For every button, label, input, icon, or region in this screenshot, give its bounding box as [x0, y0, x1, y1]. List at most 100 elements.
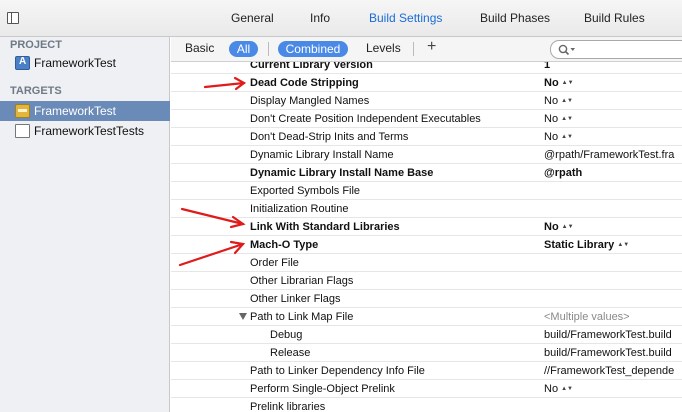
setting-value[interactable]: No ▲▼ [544, 77, 574, 89]
filter-combined[interactable]: Combined [278, 41, 348, 57]
setting-row[interactable]: Dead Code Stripping No ▲▼ [171, 74, 682, 92]
filter-basic[interactable]: Basic [185, 41, 214, 55]
setting-value-text: build/FrameworkTest.build [544, 347, 672, 359]
setting-name: Release [270, 347, 311, 359]
setting-name: Path to Link Map File [250, 311, 354, 323]
setting-value-text: No [544, 113, 559, 125]
setting-value-text: @rpath/FrameworkTest.fra [544, 149, 675, 161]
settings-filter-bar: Basic All Combined Levels + [171, 37, 682, 62]
framework-target-icon [15, 104, 30, 118]
setting-row[interactable]: Don't Dead-Strip Inits and Terms No ▲▼ [171, 128, 682, 146]
setting-row[interactable]: Debug build/FrameworkTest.build [171, 326, 682, 344]
setting-value-text: build/FrameworkTest.build [544, 329, 672, 341]
setting-value[interactable]: No ▲▼ [544, 221, 574, 233]
setting-value[interactable]: No ▲▼ [544, 131, 573, 143]
setting-value[interactable]: @rpath/FrameworkTest.fra [544, 149, 674, 161]
sidebar-item-label: FrameworkTestTests [34, 124, 145, 138]
setting-row[interactable]: Exported Symbols File [171, 182, 682, 200]
setting-name: Dynamic Library Install Name Base [250, 167, 434, 179]
setting-value[interactable]: build/FrameworkTest.build [544, 347, 672, 359]
setting-value-text: No [544, 221, 559, 233]
setting-row[interactable]: Dynamic Library Install Name Base @rpath [171, 164, 682, 182]
sidebar-toggle-icon[interactable] [7, 12, 19, 24]
setting-value[interactable]: No ▲▼ [544, 383, 573, 395]
targets-header: TARGETS [10, 85, 62, 97]
setting-name: Order File [250, 257, 299, 269]
setting-row[interactable]: Initialization Routine [171, 200, 682, 218]
filter-separator [268, 42, 269, 56]
setting-name: Other Librarian Flags [250, 275, 354, 287]
setting-value[interactable]: @rpath [544, 167, 582, 179]
setting-value-text: No [544, 383, 559, 395]
setting-name: Display Mangled Names [250, 95, 370, 107]
sidebar-item-project[interactable]: FrameworkTest [0, 53, 170, 73]
popup-arrows-icon: ▲▼ [561, 386, 573, 393]
setting-value-text: @rpath [544, 167, 583, 179]
setting-name: Debug [270, 329, 303, 341]
setting-value-text: 1 [544, 62, 551, 71]
tab-build-rules[interactable]: Build Rules [584, 11, 645, 25]
setting-name: Dead Code Stripping [250, 77, 359, 89]
setting-row[interactable]: Other Librarian Flags [171, 272, 682, 290]
popup-arrows-icon: ▲▼ [561, 116, 573, 123]
setting-value[interactable]: No ▲▼ [544, 95, 573, 107]
project-header: PROJECT [10, 39, 62, 51]
tab-build-phases[interactable]: Build Phases [480, 11, 550, 25]
setting-row[interactable]: Other Linker Flags [171, 290, 682, 308]
setting-value-text: No [544, 77, 559, 89]
popup-arrows-icon: ▲▼ [617, 242, 630, 249]
setting-value[interactable]: 1 [544, 62, 550, 71]
test-target-icon [15, 124, 30, 138]
sidebar-item-label: FrameworkTest [34, 56, 117, 70]
setting-value-text: Static Library [544, 239, 615, 251]
sidebar-item-label: FrameworkTest [34, 104, 117, 118]
setting-value[interactable]: No ▲▼ [544, 113, 573, 125]
setting-value-text: <Multiple values> [544, 311, 630, 323]
setting-row[interactable]: Display Mangled Names No ▲▼ [171, 92, 682, 110]
setting-value[interactable]: build/FrameworkTest.build [544, 329, 672, 341]
setting-value[interactable]: Static Library ▲▼ [544, 239, 630, 251]
setting-row[interactable]: Path to Linker Dependency Info File //Fra… [171, 362, 682, 380]
setting-row[interactable]: Dynamic Library Install Name @rpath/Frame… [171, 146, 682, 164]
add-setting-button[interactable]: + [427, 38, 436, 56]
setting-name: Dynamic Library Install Name [250, 149, 394, 161]
search-field[interactable] [550, 40, 682, 59]
tab-build-settings[interactable]: Build Settings [369, 11, 442, 25]
search-icon [558, 44, 575, 56]
popup-arrows-icon: ▲▼ [561, 224, 574, 231]
setting-row[interactable]: Current Library Version 1 [171, 62, 682, 74]
setting-value[interactable]: //FrameworkTest_depende [544, 365, 674, 377]
setting-row[interactable]: Perform Single-Object Prelink No ▲▼ [171, 380, 682, 398]
build-settings-table: Current Library Version 1 Dead Code Stripp… [171, 62, 682, 412]
tab-general[interactable]: General [231, 11, 274, 25]
setting-name: Prelink libraries [250, 401, 326, 412]
setting-row[interactable]: Path to Link Map File <Multiple values> [171, 308, 682, 326]
popup-arrows-icon: ▲▼ [561, 80, 574, 87]
top-tab-bar: General Info Build Settings Build Phases… [0, 0, 682, 37]
setting-row[interactable]: Prelink libraries [171, 398, 682, 412]
setting-name: Current Library Version [250, 62, 373, 71]
disclosure-triangle-icon[interactable] [239, 313, 247, 320]
filter-all[interactable]: All [229, 41, 258, 57]
setting-value[interactable]: <Multiple values> [544, 311, 630, 323]
tab-info[interactable]: Info [310, 11, 330, 25]
setting-name: Don't Dead-Strip Inits and Terms [250, 131, 409, 143]
setting-row[interactable]: Link With Standard Libraries No ▲▼ [171, 218, 682, 236]
sidebar: PROJECT FrameworkTest TARGETS FrameworkT… [0, 37, 170, 412]
popup-arrows-icon: ▲▼ [561, 98, 573, 105]
setting-value-text: //FrameworkTest_depende [544, 365, 675, 377]
sidebar-item-target-frameworktesttests[interactable]: FrameworkTestTests [0, 121, 170, 141]
setting-row[interactable]: Don't Create Position Independent Execut… [171, 110, 682, 128]
project-icon [15, 56, 30, 70]
filter-separator [413, 42, 414, 56]
setting-name: Perform Single-Object Prelink [250, 383, 395, 395]
setting-row[interactable]: Release build/FrameworkTest.build [171, 344, 682, 362]
setting-name: Don't Create Position Independent Execut… [250, 113, 481, 125]
setting-row[interactable]: Order File [171, 254, 682, 272]
setting-value-text: No [544, 95, 559, 107]
setting-row[interactable]: Mach-O Type Static Library ▲▼ [171, 236, 682, 254]
filter-levels[interactable]: Levels [366, 41, 401, 55]
setting-name: Link With Standard Libraries [250, 221, 400, 233]
popup-arrows-icon: ▲▼ [561, 134, 573, 141]
sidebar-item-target-frameworktest[interactable]: FrameworkTest [0, 101, 170, 121]
